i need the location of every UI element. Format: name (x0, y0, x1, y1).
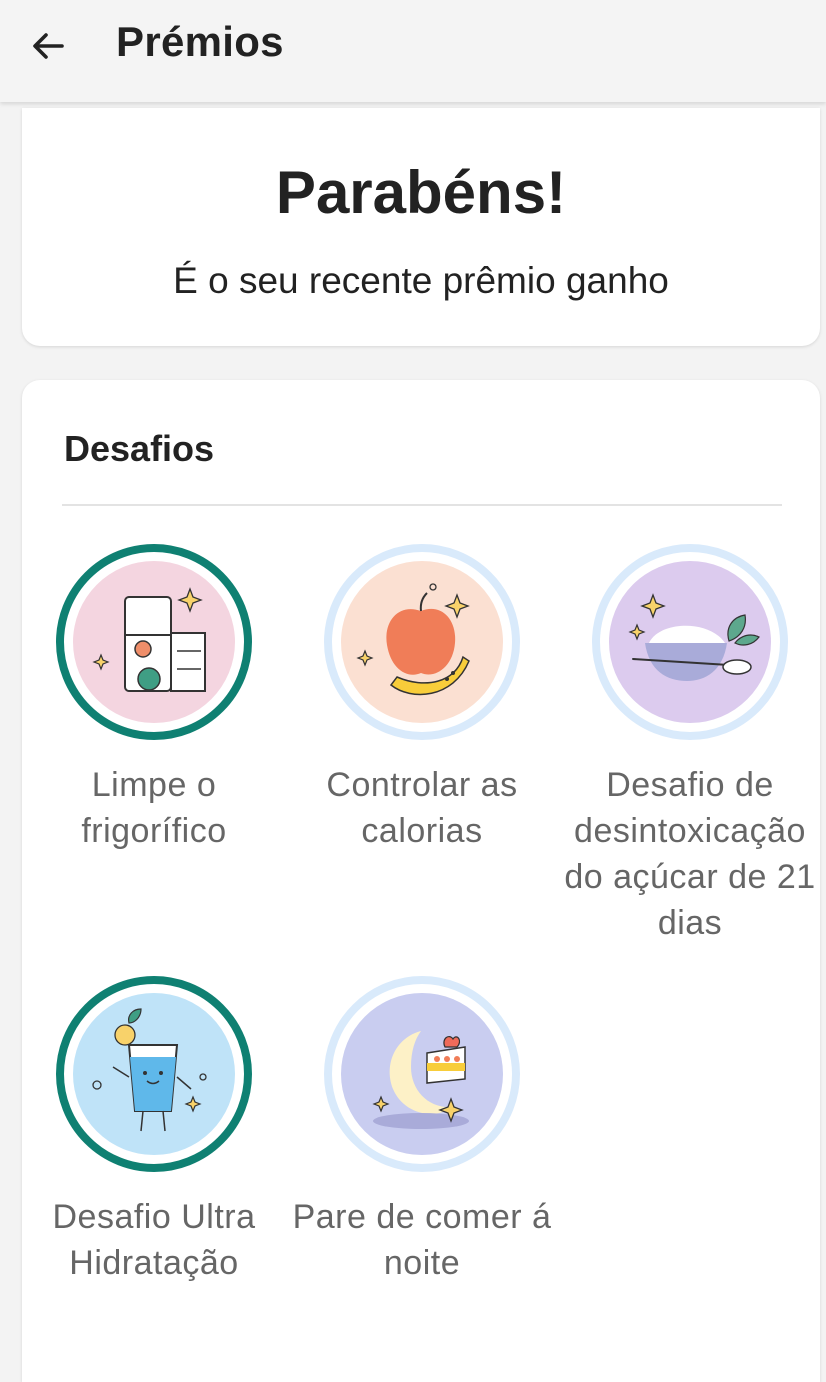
badge-label: Limpe o frigorífico (81, 766, 227, 850)
badge-ring (592, 544, 788, 740)
app-bar: Prémios (0, 0, 826, 102)
apple-banana-icon (341, 561, 503, 723)
badge-label: Desafio de desintoxicação do açúcar de 2… (564, 766, 816, 942)
congrats-subtitle: É o seu recente prêmio ganho (173, 260, 669, 301)
page-title: Prémios (116, 18, 284, 65)
arrow-left-icon (33, 33, 64, 59)
badge-label: Controlar as calorias (326, 766, 518, 850)
badge-ring (324, 544, 520, 740)
section-title: Desafios (64, 428, 215, 469)
water-glass-icon (73, 993, 235, 1155)
moon-cake-icon (341, 993, 503, 1155)
badge-ring (56, 976, 252, 1172)
badge-ring (324, 976, 520, 1172)
badge-label: Desafio Ultra Hidratação (52, 1198, 256, 1282)
challenges-card: Desafios Limpe o frigorífico Controlar a… (22, 380, 820, 1382)
sugar-bowl-icon (609, 561, 771, 723)
badge-ring (56, 544, 252, 740)
fridge-icon (73, 561, 235, 723)
congrats-card: Parabéns! É o seu recente prêmio ganho (22, 108, 820, 346)
badge-label: Pare de comer á noite (292, 1198, 552, 1282)
congrats-title: Parabéns! (275, 159, 567, 226)
back-button[interactable] (22, 20, 74, 72)
divider (62, 504, 782, 506)
